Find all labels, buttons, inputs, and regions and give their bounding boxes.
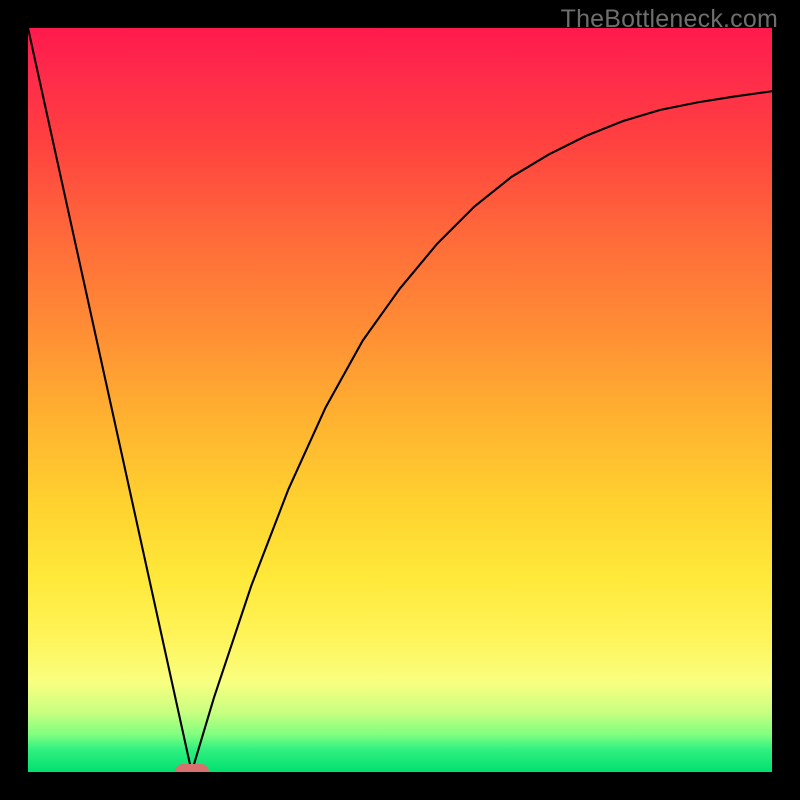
bottleneck-curve (28, 28, 772, 772)
minimum-marker (175, 764, 209, 772)
curve-layer (28, 28, 772, 772)
plot-area (28, 28, 772, 772)
